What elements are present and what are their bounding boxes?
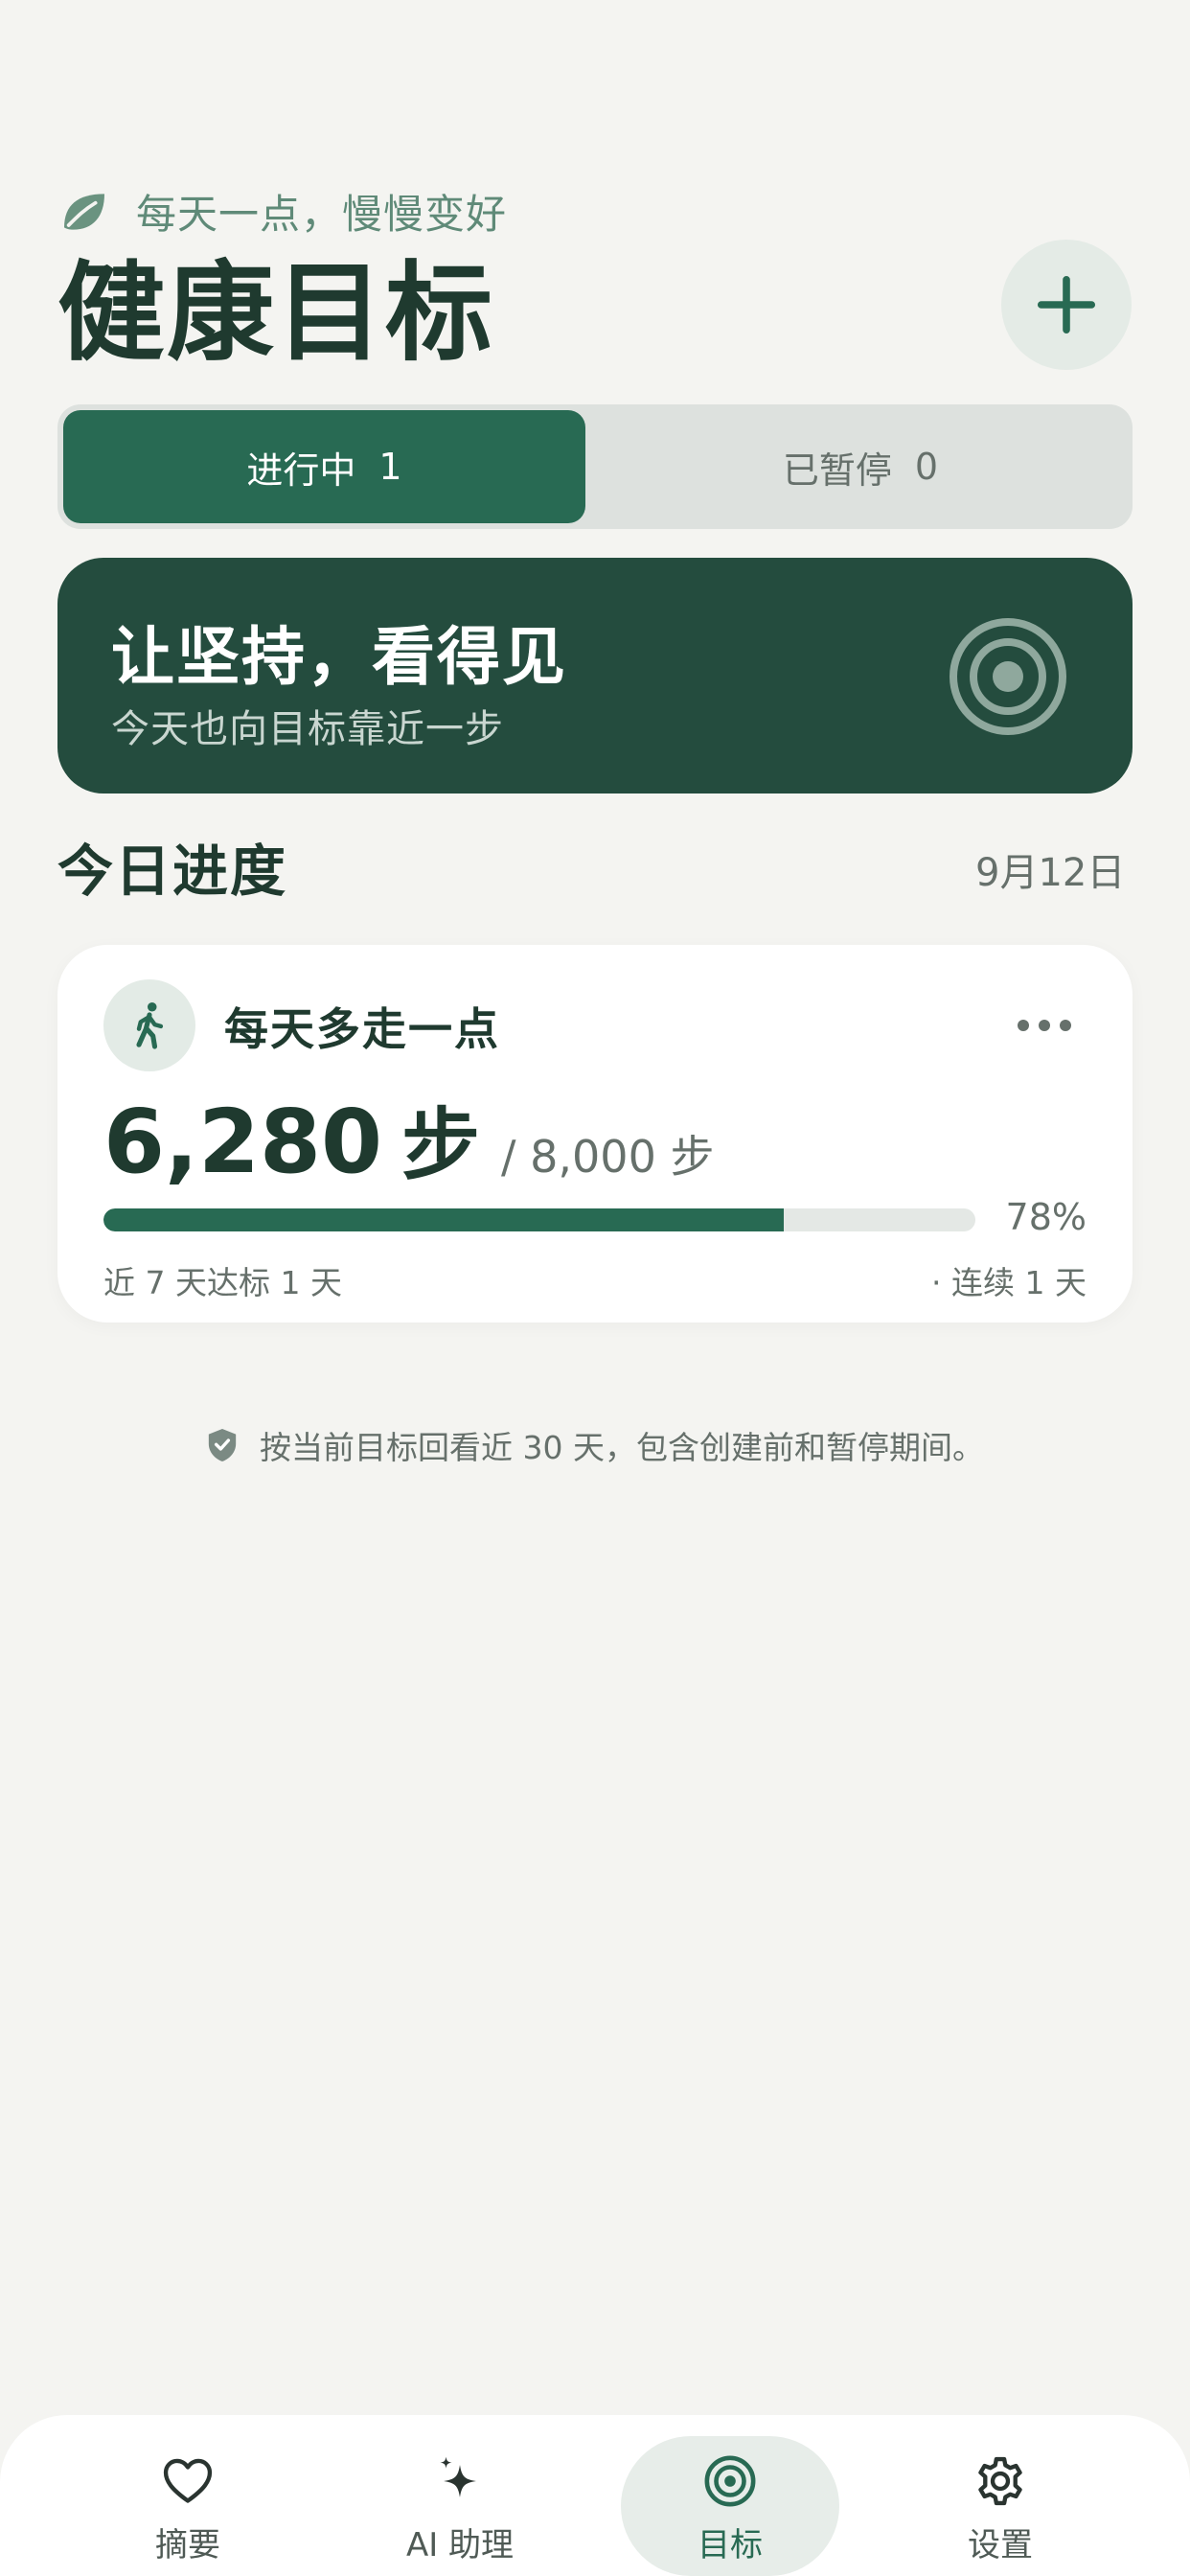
leaf-icon: [64, 193, 104, 230]
target-icon: [704, 2455, 756, 2507]
section-title: 今日进度: [57, 839, 288, 904]
goal-stat-streak: · 连续 1 天: [931, 1264, 1087, 1301]
nav-label-settings: 设置: [968, 2526, 1033, 2564]
banner-subtitle: 今天也向目标靠近一步: [111, 707, 504, 751]
goal-card[interactable]: 每天多走一点 6,280 步 / 8,000 步 78% 近 7 天达标 1 天…: [57, 945, 1133, 1322]
section-date: 9月12日: [975, 851, 1126, 895]
tab-in-progress[interactable]: 进行中 1: [63, 410, 585, 523]
nav-item-summary[interactable]: 摘要: [92, 2453, 284, 2565]
goal-stat-achieved: 近 7 天达标 1 天: [103, 1264, 342, 1301]
progress-bar-fill: [103, 1208, 784, 1231]
page-title: 健康目标: [57, 251, 494, 376]
tab-in-progress-count: 1: [378, 446, 402, 488]
nav-label-ai-assistant: AI 助理: [405, 2526, 515, 2564]
tab-paused[interactable]: 已暂停 0: [594, 410, 1127, 523]
goal-value: 6,280: [103, 1091, 383, 1193]
tab-in-progress-label: 进行中: [246, 448, 356, 492]
goal-title: 每天多走一点: [224, 1003, 500, 1055]
motivation-banner: 让坚持，看得见 今天也向目标靠近一步: [57, 558, 1133, 794]
slogan-row: 每天一点，慢慢变好: [57, 182, 507, 241]
tab-paused-label: 已暂停: [782, 448, 892, 492]
sparkles-icon: [440, 2456, 476, 2497]
progress-percent: 78%: [1005, 1196, 1087, 1238]
nav-item-settings[interactable]: 设置: [904, 2453, 1096, 2565]
goal-value-unit: 步: [401, 1100, 481, 1191]
nav-item-ai-assistant[interactable]: AI 助理: [364, 2453, 556, 2565]
goal-avatar: [103, 979, 195, 1071]
nav-label-goals: 目标: [698, 2526, 763, 2564]
heart-icon: [163, 2458, 213, 2503]
goal-more-button[interactable]: [996, 997, 1092, 1054]
more-icon: [1018, 1020, 1071, 1031]
tab-paused-count: 0: [914, 446, 939, 488]
plus-icon: [1037, 275, 1096, 334]
slogan-text: 每天一点，慢慢变好: [136, 191, 508, 238]
nav-label-summary: 摘要: [155, 2526, 220, 2564]
progress-bar: [103, 1208, 975, 1231]
add-goal-button[interactable]: [1001, 240, 1132, 370]
nav-item-goals[interactable]: 目标: [634, 2453, 826, 2565]
footnote: 按当前目标回看近 30 天，包含创建前和暂停期间。: [0, 1422, 1190, 1468]
walking-icon: [136, 1001, 164, 1049]
status-segmented-control: 进行中 1 已暂停 0: [57, 404, 1133, 529]
goal-target: / 8,000 步: [501, 1131, 715, 1183]
banner-title: 让坚持，看得见: [111, 620, 567, 694]
target-icon: [950, 618, 1066, 735]
bottom-nav: 摘要 AI 助理 目标 设置: [0, 2415, 1190, 2576]
gear-icon: [978, 2456, 1022, 2506]
goal-value-row: 6,280 步 / 8,000 步: [103, 1081, 714, 1195]
footnote-text: 按当前目标回看近 30 天，包含创建前和暂停期间。: [260, 1429, 984, 1466]
shield-check-icon: [208, 1429, 237, 1461]
